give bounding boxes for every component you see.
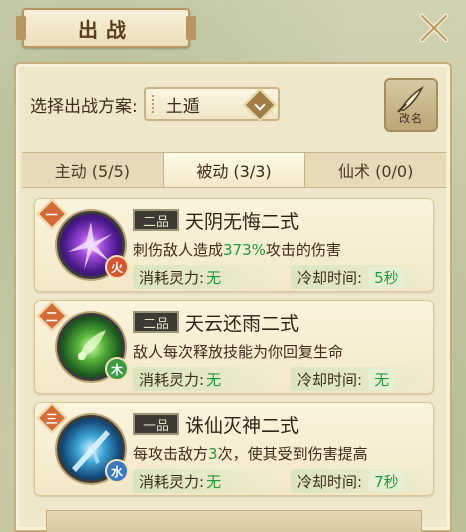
- bottom-edge: [46, 510, 422, 532]
- rename-label: 改名: [399, 112, 423, 125]
- cooldown-stat: 冷却时间: 无: [291, 367, 427, 391]
- scheme-row: 选择出战方案: 土遁: [30, 84, 410, 124]
- cost-stat: 消耗灵力: 无: [133, 367, 273, 391]
- chevron-down-icon: [242, 88, 277, 122]
- cooldown-stat: 冷却时间: 7秒: [291, 469, 427, 493]
- title-banner: 出战: [16, 8, 196, 48]
- scheme-value: 土遁: [165, 96, 200, 117]
- tab-bar: 主动 (5/5) 被动 (3/3) 仙术 (0/0): [22, 152, 446, 188]
- tab-active-skills[interactable]: 主动 (5/5): [22, 153, 163, 187]
- close-x-icon: [419, 13, 449, 43]
- main-panel: 选择出战方案: 土遁 改名 主动 (5/5) 被动 (3/3) 仙术 (0/0)…: [14, 62, 452, 532]
- element-badge-water: 水: [105, 459, 129, 483]
- element-badge-fire: 火: [105, 255, 129, 279]
- window-title: 出战: [78, 17, 134, 42]
- grade-tag: 二品: [133, 311, 179, 333]
- skill-name: 天云还雨二式: [185, 313, 300, 335]
- skill-card[interactable]: 二 木 二品 天云还雨二式 敌人每次释放技能为你回复生命 消耗灵力: 无 冷却时间…: [34, 300, 434, 394]
- skill-desc: 每攻击敌方3次，使其受到伤害提高: [133, 445, 368, 463]
- grade-tag: 一品: [133, 413, 179, 435]
- scheme-label: 选择出战方案:: [30, 96, 138, 117]
- scheme-select[interactable]: 土遁: [143, 87, 280, 122]
- skill-card[interactable]: 一 火 二品 天阴无悔二式 刺伤敌人造成373%攻击的伤害 消耗灵力: 无 冷却时…: [34, 198, 434, 292]
- grade-tag: 二品: [133, 209, 179, 231]
- skill-desc: 敌人每次释放技能为你回复生命: [133, 343, 344, 361]
- rename-button[interactable]: 改名: [384, 78, 438, 132]
- element-badge-wood: 木: [105, 357, 129, 381]
- cost-stat: 消耗灵力: 无: [133, 265, 273, 289]
- skill-desc: 刺伤敌人造成373%攻击的伤害: [133, 241, 341, 259]
- tab-passive-skills[interactable]: 被动 (3/3): [162, 153, 306, 187]
- select-dots: [151, 95, 156, 113]
- cooldown-stat: 冷却时间: 5秒: [291, 265, 427, 289]
- skill-name: 天阴无悔二式: [185, 211, 300, 233]
- skill-card[interactable]: 三 水 一品 诛仙灭神二式 每攻击敌方3次，使其受到伤害提高 消耗灵力: 无 冷却…: [34, 402, 434, 496]
- tab-immortal-arts[interactable]: 仙术 (0/0): [305, 153, 446, 187]
- cost-stat: 消耗灵力: 无: [133, 469, 273, 493]
- close-button[interactable]: [414, 8, 454, 48]
- skill-name: 诛仙灭神二式: [185, 415, 300, 437]
